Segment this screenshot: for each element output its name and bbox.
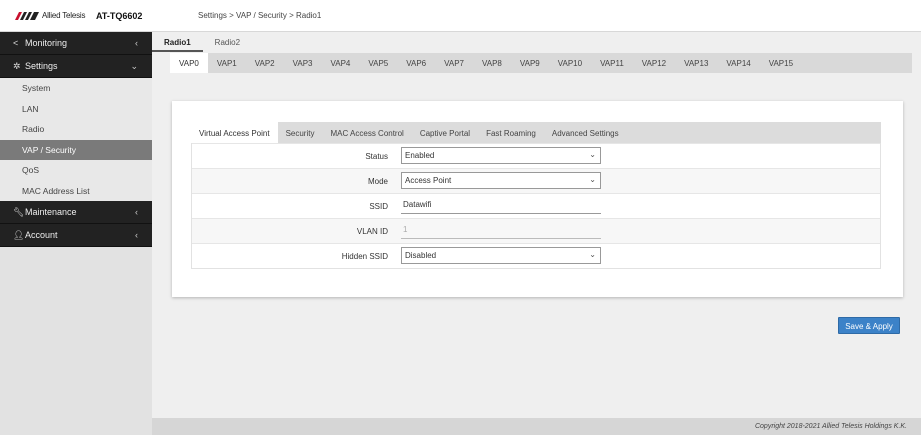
status-label: Status bbox=[365, 152, 388, 161]
sidebar-group-label: Maintenance bbox=[25, 207, 77, 217]
form-row-vlan-id: VLAN ID 1 bbox=[192, 218, 880, 243]
device-model: AT-TQ6602 bbox=[96, 11, 143, 21]
tab-vap11[interactable]: VAP11 bbox=[591, 53, 633, 73]
main-content: Radio1 Radio2 VAP0 VAP1 VAP2 VAP3 VAP4 V… bbox=[152, 32, 921, 418]
chevron-down-icon: ⌄ bbox=[589, 150, 596, 159]
copyright-text: Copyright 2018-2021 Allied Telesis Holdi… bbox=[754, 423, 907, 430]
tab-vap7[interactable]: VAP7 bbox=[435, 53, 473, 73]
radio-tabs: Radio1 Radio2 bbox=[152, 32, 252, 52]
sub-tabs: Virtual Access Point Security MAC Access… bbox=[191, 122, 881, 143]
tab-vap1[interactable]: VAP1 bbox=[208, 53, 246, 73]
sidebar-item-system[interactable]: System bbox=[0, 78, 152, 99]
tab-security[interactable]: Security bbox=[278, 122, 323, 143]
tab-vap6[interactable]: VAP6 bbox=[397, 53, 435, 73]
mode-label: Mode bbox=[367, 177, 388, 186]
form-row-mode: Mode Access Point ⌄ bbox=[192, 168, 880, 193]
mode-select[interactable]: Access Point ⌄ bbox=[401, 172, 601, 189]
hidden-ssid-value: Disabled bbox=[405, 251, 437, 260]
tab-vap4[interactable]: VAP4 bbox=[322, 53, 360, 73]
sidebar-item-lan[interactable]: LAN bbox=[0, 98, 152, 119]
vlan-id-label: VLAN ID bbox=[356, 227, 388, 236]
chevron-down-icon: ⌄ bbox=[130, 61, 138, 71]
sidebar-group-settings[interactable]: ✲ Settings ⌄ bbox=[0, 55, 152, 78]
tab-vap14[interactable]: VAP14 bbox=[717, 53, 759, 73]
tab-vap10[interactable]: VAP10 bbox=[549, 53, 591, 73]
sidebar-item-radio[interactable]: Radio bbox=[0, 119, 152, 140]
tab-advanced-settings[interactable]: Advanced Settings bbox=[544, 122, 627, 143]
chevron-left-icon: ‹ bbox=[135, 230, 138, 240]
tab-captive-portal[interactable]: Captive Portal bbox=[412, 122, 478, 143]
allied-telesis-logo-icon bbox=[15, 11, 39, 20]
form-row-ssid: SSID Dataw​ifi bbox=[192, 193, 880, 218]
sidebar-item-qos[interactable]: QoS bbox=[0, 160, 152, 181]
hidden-ssid-select[interactable]: Disabled ⌄ bbox=[401, 247, 601, 264]
sidebar-group-maintenance[interactable]: 🔧︎ Maintenance ‹ bbox=[0, 201, 152, 224]
brand-name: Allied Telesis bbox=[42, 11, 86, 20]
form-row-status: Status Enabled ⌄ bbox=[192, 143, 880, 168]
footer: Copyright 2018-2021 Allied Telesis Holdi… bbox=[152, 418, 921, 435]
sidebar-item-mac-address-list[interactable]: MAC Address List bbox=[0, 180, 152, 201]
sidebar-group-monitoring[interactable]: < Monitoring ‹ bbox=[0, 32, 152, 55]
tab-vap8[interactable]: VAP8 bbox=[473, 53, 511, 73]
breadcrumb: Settings > VAP / Security > Radio1 bbox=[198, 11, 322, 20]
tab-vap12[interactable]: VAP12 bbox=[633, 53, 675, 73]
tab-virtual-access-point[interactable]: Virtual Access Point bbox=[191, 122, 278, 143]
chevron-left-icon: ‹ bbox=[135, 38, 138, 48]
status-value: Enabled bbox=[405, 151, 435, 160]
tab-vap0[interactable]: VAP0 bbox=[170, 53, 208, 73]
tab-vap5[interactable]: VAP5 bbox=[359, 53, 397, 73]
sidebar-group-label: Monitoring bbox=[25, 38, 68, 48]
share-icon: < bbox=[13, 38, 19, 48]
sidebar-group-account[interactable]: 👤︎ Account ‹ bbox=[0, 224, 152, 247]
tab-mac-access-control[interactable]: MAC Access Control bbox=[322, 122, 411, 143]
tab-radio1[interactable]: Radio1 bbox=[152, 32, 203, 52]
tab-fast-roaming[interactable]: Fast Roaming bbox=[478, 122, 544, 143]
mode-value: Access Point bbox=[405, 176, 452, 185]
vlan-id-input: 1 bbox=[401, 224, 601, 239]
chevron-left-icon: ‹ bbox=[135, 207, 138, 217]
sidebar: < Monitoring ‹ ✲ Settings ⌄ System LAN R… bbox=[0, 32, 152, 435]
user-icon: 👤︎ bbox=[13, 229, 25, 240]
tab-vap9[interactable]: VAP9 bbox=[511, 53, 549, 73]
chevron-down-icon: ⌄ bbox=[589, 250, 596, 259]
save-apply-button[interactable]: Save & Apply bbox=[838, 317, 900, 334]
tab-radio2[interactable]: Radio2 bbox=[203, 32, 252, 52]
chevron-down-icon: ⌄ bbox=[589, 175, 596, 184]
wrench-icon: 🔧︎ bbox=[13, 206, 25, 217]
header: Allied Telesis AT-TQ6602 Settings > VAP … bbox=[0, 0, 921, 32]
ssid-label: SSID bbox=[369, 202, 388, 211]
settings-card: Virtual Access Point Security MAC Access… bbox=[172, 101, 903, 297]
form-row-hidden-ssid: Hidden SSID Disabled ⌄ bbox=[192, 243, 880, 268]
tab-vap3[interactable]: VAP3 bbox=[284, 53, 322, 73]
tab-vap2[interactable]: VAP2 bbox=[246, 53, 284, 73]
tab-vap13[interactable]: VAP13 bbox=[675, 53, 717, 73]
status-select[interactable]: Enabled ⌄ bbox=[401, 147, 601, 164]
tab-vap15[interactable]: VAP15 bbox=[760, 53, 802, 73]
logo: Allied Telesis bbox=[15, 11, 86, 20]
vap-tabs: VAP0 VAP1 VAP2 VAP3 VAP4 VAP5 VAP6 VAP7 … bbox=[170, 53, 912, 73]
sidebar-group-label: Account bbox=[25, 230, 58, 240]
sidebar-item-vap-security[interactable]: VAP / Security bbox=[0, 139, 152, 160]
vap-form: Status Enabled ⌄ Mode Access Point ⌄ SSI… bbox=[191, 143, 881, 269]
hidden-ssid-label: Hidden SSID bbox=[341, 252, 388, 261]
sidebar-group-label: Settings bbox=[25, 61, 58, 71]
ssid-input[interactable]: Dataw​ifi bbox=[401, 199, 601, 214]
gear-icon: ✲ bbox=[13, 60, 21, 71]
